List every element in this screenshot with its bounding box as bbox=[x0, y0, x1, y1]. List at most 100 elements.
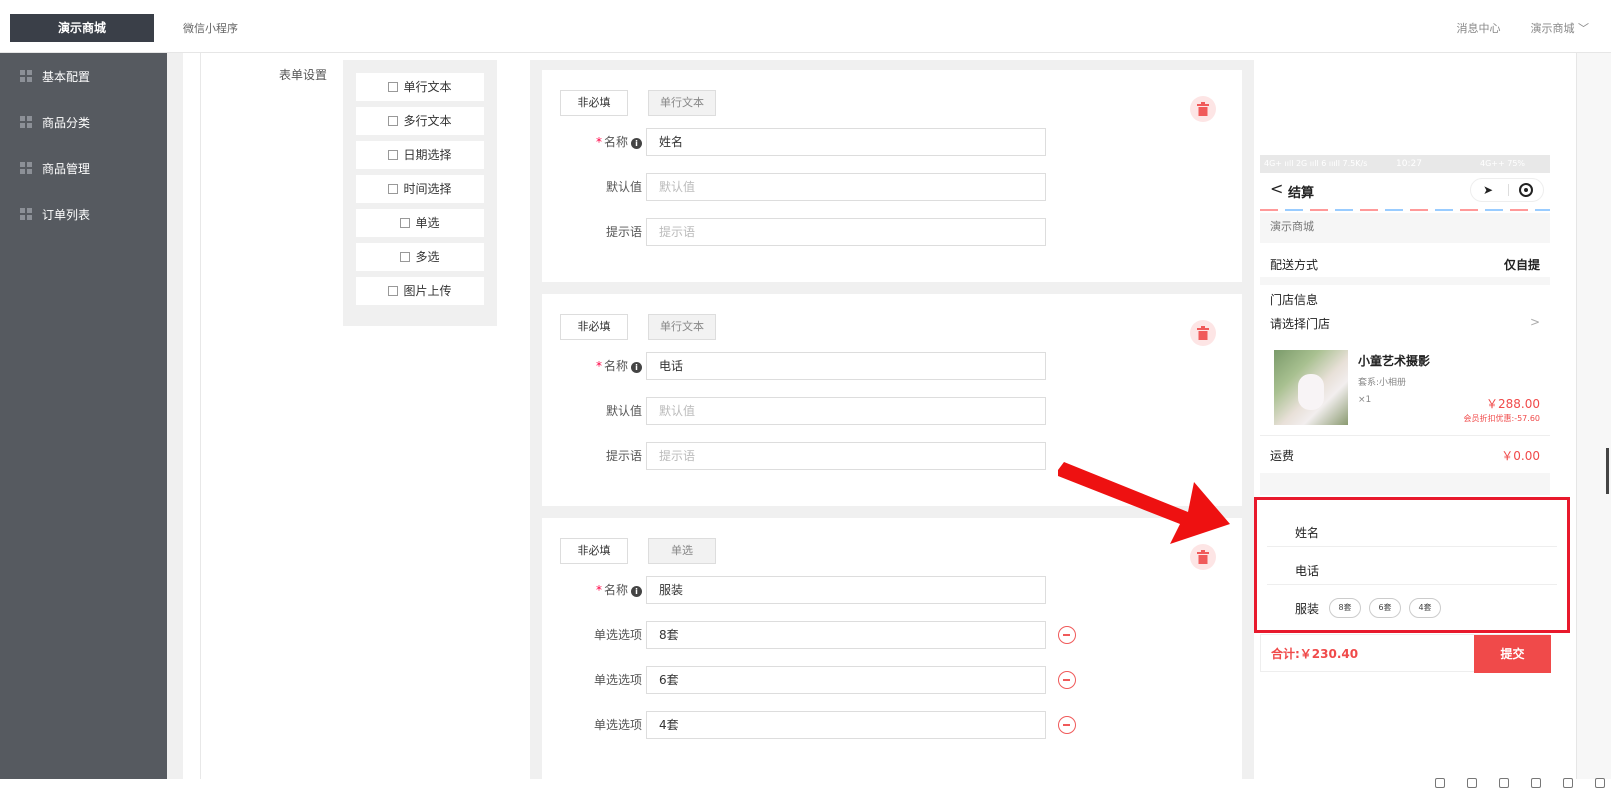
sidebar-item-products[interactable]: 商品管理 bbox=[0, 145, 167, 191]
remove-option-icon[interactable] bbox=[1058, 716, 1076, 734]
palette-label: 多选 bbox=[415, 250, 440, 264]
grid-icon bbox=[20, 162, 32, 174]
option-chip[interactable]: 4套 bbox=[1409, 598, 1441, 618]
back-icon[interactable]: < bbox=[1270, 179, 1283, 198]
sidebar-item-basic-config[interactable]: 基本配置 bbox=[0, 53, 167, 99]
name-label: * 名称 i bbox=[562, 128, 642, 156]
calendar-icon bbox=[388, 150, 399, 160]
submit-button[interactable]: 提交 bbox=[1474, 635, 1551, 673]
option-chip[interactable]: 6套 bbox=[1369, 598, 1401, 618]
link-icon[interactable] bbox=[1435, 778, 1445, 788]
store-select-label: 请选择门店 bbox=[1270, 317, 1331, 331]
palette-time-picker[interactable]: 时间选择 bbox=[356, 175, 484, 203]
option-chip[interactable]: 8套 bbox=[1329, 598, 1361, 618]
form-field-name[interactable]: 姓名 bbox=[1295, 524, 1319, 541]
search-icon[interactable] bbox=[1595, 778, 1605, 788]
location-arrow-icon[interactable]: ➤ bbox=[1483, 183, 1493, 197]
palette-multi-line-text[interactable]: 多行文本 bbox=[356, 107, 484, 135]
radio-icon bbox=[400, 218, 411, 228]
field-type-badge: 单行文本 bbox=[648, 90, 716, 116]
target-icon[interactable] bbox=[1519, 183, 1533, 197]
hint-row: 提示语 bbox=[560, 442, 642, 470]
option-input[interactable]: 6套 bbox=[646, 666, 1046, 694]
remove-option-icon[interactable] bbox=[1058, 626, 1076, 644]
field-card: 非必填 单行文本 * 名称 i 姓名 默认值 默认值 提示语 提示语 bbox=[542, 70, 1242, 282]
trash-icon[interactable] bbox=[1499, 778, 1509, 788]
divider bbox=[1267, 584, 1557, 585]
option-input[interactable]: 4套 bbox=[646, 711, 1046, 739]
name-input[interactable]: 服装 bbox=[646, 576, 1046, 604]
palette-single-line-text[interactable]: 单行文本 bbox=[356, 73, 484, 101]
checkbox-icon bbox=[400, 252, 411, 262]
palette-image-upload[interactable]: 图片上传 bbox=[356, 277, 484, 305]
status-bar: 4G+ ııll 2G ııll 6 ıııll 7.5K/s 10:27 4G… bbox=[1260, 155, 1550, 173]
palette-label: 日期选择 bbox=[403, 148, 452, 162]
name-input[interactable]: 姓名 bbox=[646, 128, 1046, 156]
chevron-down-icon: ﹀ bbox=[1578, 22, 1589, 35]
label-text: 名称 bbox=[603, 135, 628, 149]
grid-icon bbox=[20, 70, 32, 82]
hint-row: 提示语 bbox=[560, 218, 642, 246]
info-icon[interactable]: i bbox=[631, 138, 642, 149]
optional-toggle[interactable]: 非必填 bbox=[560, 90, 628, 116]
palette-radio[interactable]: 单选 bbox=[356, 209, 484, 237]
page-title: 微信小程序 bbox=[183, 22, 238, 35]
option-input[interactable]: 8套 bbox=[646, 621, 1046, 649]
chevron-right-icon: > bbox=[1529, 315, 1540, 329]
label-text: 名称 bbox=[603, 583, 628, 597]
scroll-rail[interactable] bbox=[1576, 53, 1611, 779]
product-name: 小童艺术摄影 bbox=[1358, 354, 1431, 368]
name-row: * 名称 i bbox=[560, 128, 642, 156]
info-icon[interactable]: i bbox=[631, 362, 642, 373]
product-discount: 会员折扣优惠:-57.60 bbox=[1463, 414, 1540, 423]
flip-icon[interactable] bbox=[1531, 778, 1541, 788]
sidebar-item-categories[interactable]: 商品分类 bbox=[0, 99, 167, 145]
trash-icon bbox=[1197, 326, 1209, 340]
hint-label: 提示语 bbox=[605, 225, 642, 239]
option-label: 单选选项 bbox=[593, 718, 642, 732]
trash-icon bbox=[1197, 102, 1209, 116]
label-text: 名称 bbox=[603, 359, 628, 373]
option-label: 单选选项 bbox=[593, 673, 642, 687]
required-mark: * bbox=[595, 135, 602, 149]
phone-title: 结算 bbox=[1288, 186, 1315, 201]
required-mark: * bbox=[595, 583, 602, 597]
default-input[interactable]: 默认值 bbox=[646, 397, 1046, 425]
palette-checkbox[interactable]: 多选 bbox=[356, 243, 484, 271]
palette-label: 图片上传 bbox=[403, 284, 452, 298]
hint-input[interactable]: 提示语 bbox=[646, 442, 1046, 470]
form-field-phone[interactable]: 电话 bbox=[1295, 562, 1319, 579]
delete-button[interactable] bbox=[1190, 320, 1216, 346]
optional-toggle[interactable]: 非必填 bbox=[560, 538, 628, 564]
name-input[interactable]: 电话 bbox=[646, 352, 1046, 380]
option-row: 单选选项 bbox=[560, 711, 642, 739]
name-row: * 名称 i bbox=[560, 576, 642, 604]
palette-label: 单选 bbox=[415, 216, 440, 230]
info-icon[interactable]: i bbox=[631, 586, 642, 597]
optional-toggle[interactable]: 非必填 bbox=[560, 314, 628, 340]
form-editor: 非必填 单行文本 * 名称 i 姓名 默认值 默认值 提示语 提示语 非必填 单行文… bbox=[530, 60, 1254, 779]
copy-icon[interactable] bbox=[1563, 778, 1573, 788]
scrollbar-thumb[interactable] bbox=[1606, 448, 1609, 494]
delivery-row[interactable]: 配送方式 仅自提 bbox=[1270, 256, 1540, 273]
store-select-row[interactable]: 请选择门店 > bbox=[1270, 315, 1540, 332]
palette-date-picker[interactable]: 日期选择 bbox=[356, 141, 484, 169]
grid-icon bbox=[20, 116, 32, 128]
divider bbox=[1267, 546, 1557, 547]
form-field-clothing-label: 服装 bbox=[1295, 602, 1320, 616]
divider bbox=[1260, 435, 1550, 436]
messages-link[interactable]: 消息中心 bbox=[1457, 20, 1501, 36]
account-menu[interactable]: 演示商城 ﹀ bbox=[1531, 20, 1590, 36]
hint-label: 提示语 bbox=[605, 449, 642, 463]
attach-icon[interactable] bbox=[1467, 778, 1477, 788]
default-input[interactable]: 默认值 bbox=[646, 173, 1046, 201]
name-label: * 名称 i bbox=[562, 352, 642, 380]
remove-option-icon[interactable] bbox=[1058, 671, 1076, 689]
hint-input[interactable]: 提示语 bbox=[646, 218, 1046, 246]
brand-logo[interactable]: 演示商城 bbox=[10, 14, 154, 42]
sidebar-item-orders[interactable]: 订单列表 bbox=[0, 191, 167, 237]
delete-button[interactable] bbox=[1190, 96, 1216, 122]
delivery-label: 配送方式 bbox=[1270, 258, 1319, 272]
default-label: 默认值 bbox=[605, 180, 642, 194]
text-field-icon bbox=[388, 82, 399, 92]
